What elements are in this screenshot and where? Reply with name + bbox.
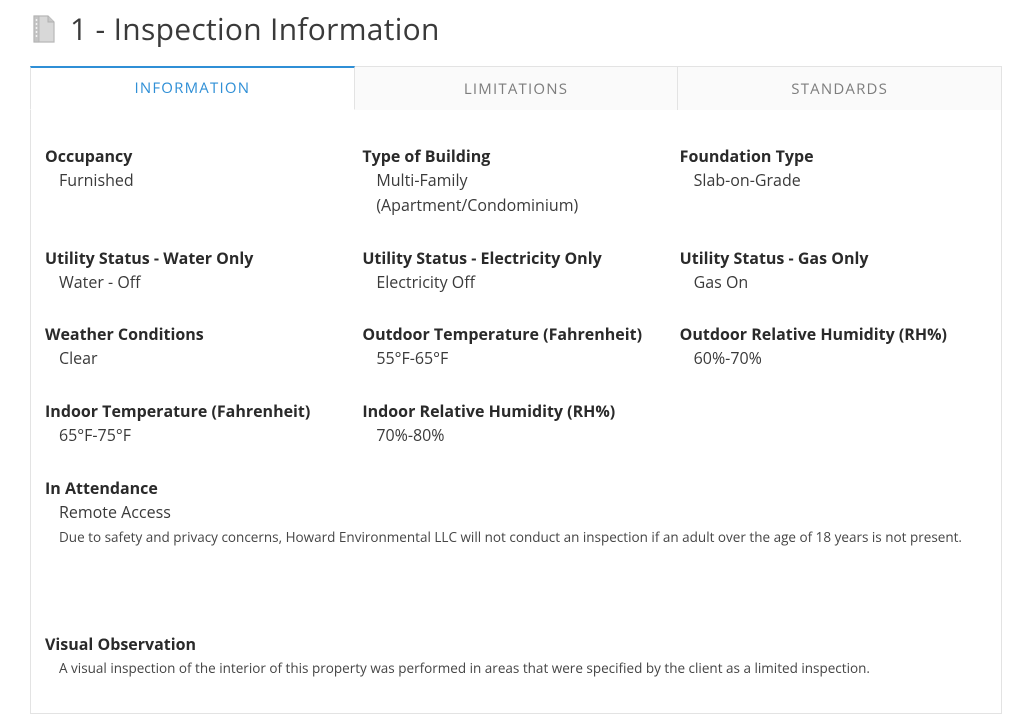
field-label: Foundation Type bbox=[680, 144, 987, 168]
field-value: Furnished bbox=[45, 168, 352, 193]
field-indoor-temp: Indoor Temperature (Fahrenheit) 65°F-75°… bbox=[45, 399, 352, 448]
page-title: 1 - Inspection Information bbox=[70, 8, 440, 49]
field-label: Outdoor Relative Humidity (RH%) bbox=[680, 322, 987, 346]
field-foundation-type: Foundation Type Slab-on-Grade bbox=[680, 144, 987, 218]
field-value: Slab-on-Grade bbox=[680, 168, 987, 193]
field-label: Weather Conditions bbox=[45, 322, 352, 346]
field-label: Type of Building bbox=[362, 144, 669, 168]
field-outdoor-rh: Outdoor Relative Humidity (RH%) 60%-70% bbox=[680, 322, 987, 371]
field-label: Occupancy bbox=[45, 144, 352, 168]
field-label: In Attendance bbox=[45, 476, 987, 500]
field-label: Visual Observation bbox=[45, 632, 987, 656]
field-occupancy: Occupancy Furnished bbox=[45, 144, 352, 218]
field-value: 65°F-75°F bbox=[45, 423, 352, 448]
panel-information: Occupancy Furnished Type of Building Mul… bbox=[30, 110, 1002, 714]
section-gap bbox=[45, 576, 987, 604]
field-utility-electricity: Utility Status - Electricity Only Electr… bbox=[362, 246, 669, 295]
document-icon bbox=[30, 15, 56, 43]
field-utility-water: Utility Status - Water Only Water - Off bbox=[45, 246, 352, 295]
field-type-of-building: Type of Building Multi-Family (Apartment… bbox=[362, 144, 669, 218]
field-label: Indoor Relative Humidity (RH%) bbox=[362, 399, 669, 423]
field-note: A visual inspection of the interior of t… bbox=[45, 658, 987, 679]
field-label: Indoor Temperature (Fahrenheit) bbox=[45, 399, 352, 423]
field-outdoor-temp: Outdoor Temperature (Fahrenheit) 55°F-65… bbox=[362, 322, 669, 371]
field-in-attendance: In Attendance Remote Access Due to safet… bbox=[45, 476, 987, 548]
field-label: Utility Status - Water Only bbox=[45, 246, 352, 270]
field-value: Water - Off bbox=[45, 270, 352, 295]
field-visual-observation: Visual Observation A visual inspection o… bbox=[45, 632, 987, 679]
field-value: Clear bbox=[45, 346, 352, 371]
header: 1 - Inspection Information bbox=[30, 8, 1002, 49]
field-label: Utility Status - Gas Only bbox=[680, 246, 987, 270]
field-utility-gas: Utility Status - Gas Only Gas On bbox=[680, 246, 987, 295]
field-value: Gas On bbox=[680, 270, 987, 295]
field-indoor-rh: Indoor Relative Humidity (RH%) 70%-80% bbox=[362, 399, 669, 448]
field-value: Electricity Off bbox=[362, 270, 669, 295]
tab-limitations[interactable]: LIMITATIONS bbox=[355, 66, 679, 110]
field-label: Utility Status - Electricity Only bbox=[362, 246, 669, 270]
field-note: Due to safety and privacy concerns, Howa… bbox=[45, 527, 987, 548]
tab-standards[interactable]: STANDARDS bbox=[678, 66, 1002, 110]
field-label: Outdoor Temperature (Fahrenheit) bbox=[362, 322, 669, 346]
field-blank bbox=[680, 399, 987, 448]
field-value: Multi-Family (Apartment/Condominium) bbox=[362, 168, 669, 218]
field-value: Remote Access bbox=[45, 500, 987, 525]
field-weather: Weather Conditions Clear bbox=[45, 322, 352, 371]
field-value: 70%-80% bbox=[362, 423, 669, 448]
tab-information[interactable]: INFORMATION bbox=[30, 66, 355, 110]
tabs: INFORMATION LIMITATIONS STANDARDS bbox=[30, 65, 1002, 110]
field-value: 60%-70% bbox=[680, 346, 987, 371]
field-value: 55°F-65°F bbox=[362, 346, 669, 371]
